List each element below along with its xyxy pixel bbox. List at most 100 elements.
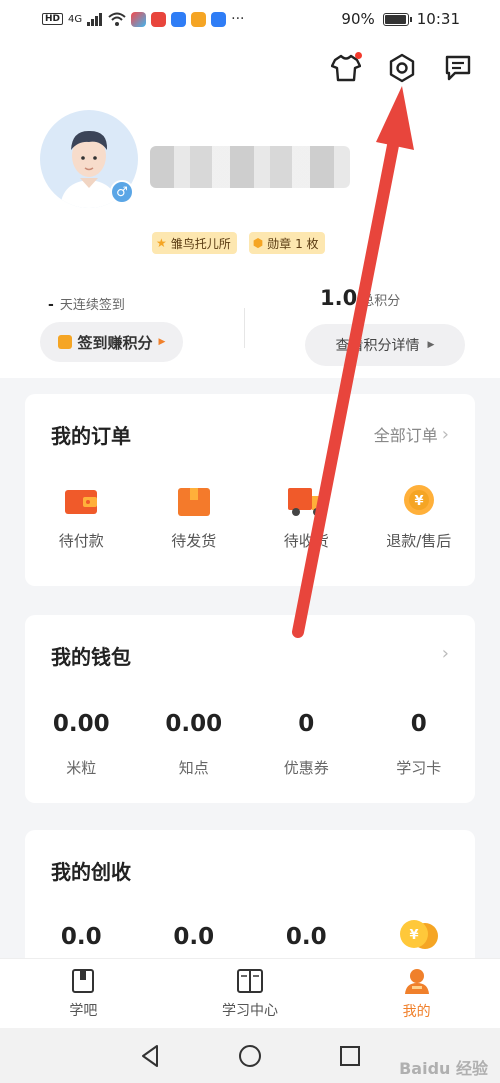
app-icon-4 [191, 11, 207, 27]
wallet-card: 我的钱包 › 0.00 米粒 0.00 知点 0 优惠券 0 学习卡 [25, 615, 475, 803]
points-summary: 1.0 总积分 [320, 286, 400, 310]
badge-level[interactable]: ★ 雏鸟托儿所 [152, 232, 237, 254]
status-bar: HD 4G ··· 90% 10:31 [0, 0, 500, 38]
message-icon[interactable] [442, 52, 474, 84]
order-label: 退款/售后 [386, 532, 452, 550]
status-right: 90% 10:31 [341, 10, 460, 28]
notification-dot [355, 52, 362, 59]
battery-percent: 90% [341, 10, 375, 28]
more-dots: ··· [231, 11, 245, 27]
svg-text:¥: ¥ [409, 928, 418, 943]
wallet-stat-rice[interactable]: 0.00 米粒 [25, 711, 138, 778]
earnings-stat[interactable]: ¥ [363, 920, 476, 952]
tab-learning-center[interactable]: 学习中心 [167, 959, 334, 1028]
app-icon-3 [171, 11, 187, 27]
triangle-right-icon: ▶ [158, 337, 166, 347]
earnings-stats: 0.0 0.0 0.0 ¥ [25, 920, 476, 952]
signal-icon [87, 12, 103, 26]
orders-title: 我的订单 [51, 424, 131, 448]
back-icon[interactable] [139, 1044, 161, 1068]
stat-value: 0 [410, 711, 427, 737]
header-actions [330, 52, 474, 84]
box-icon [177, 488, 210, 516]
tab-study[interactable]: 学吧 [0, 959, 167, 1028]
coin-icon [57, 335, 72, 349]
order-label: 待付款 [58, 532, 104, 550]
triangle-right-icon: ▶ [427, 340, 435, 350]
points-value: 1.0 [320, 286, 358, 310]
tab-label: 我的 [402, 1003, 431, 1020]
badge-label: 勋章 1 枚 [267, 236, 319, 251]
star-icon: ★ [156, 236, 167, 250]
username-blurred [150, 146, 350, 188]
wallet-stats: 0.00 米粒 0.00 知点 0 优惠券 0 学习卡 [25, 711, 475, 778]
checkin-days: - [48, 297, 54, 313]
chevron-right-icon: › [441, 643, 449, 664]
shirt-icon[interactable] [330, 52, 362, 84]
order-label: 待收货 [283, 532, 329, 550]
chevron-right-icon: › [441, 423, 449, 445]
all-orders-link[interactable]: 全部订单 › [374, 422, 449, 446]
status-left: HD 4G ··· [42, 11, 245, 27]
stat-value: 0 [298, 711, 315, 737]
system-nav-bar: Baidu 经验 [0, 1028, 500, 1083]
stat-value: 0.0 [285, 924, 327, 950]
app-icon-1 [131, 11, 147, 27]
open-book-icon [237, 968, 263, 993]
stat-value: 0.00 [52, 711, 110, 737]
points-label: 总积分 [361, 294, 401, 309]
order-pending-shipment[interactable]: 待发货 [138, 484, 251, 551]
stat-label: 学习卡 [396, 759, 442, 777]
badge-medal[interactable]: ⬢ 勋章 1 枚 [248, 232, 325, 254]
stat-label: 知点 [178, 759, 209, 777]
all-orders-label: 全部订单 [373, 426, 438, 445]
divider [244, 308, 245, 348]
orders-card: 我的订单 全部订单 › 待付款 待发货 待收货 ¥ 退款/售后 [25, 394, 475, 586]
truck-icon [288, 488, 325, 516]
checkin-button-label: 签到赚积分 [77, 333, 153, 352]
recents-icon[interactable] [339, 1045, 361, 1067]
tab-me[interactable]: 我的 [333, 959, 500, 1028]
wallet-icon [65, 490, 98, 514]
book-icon [72, 968, 95, 993]
wallet-stat-study-card[interactable]: 0 学习卡 [363, 711, 476, 778]
order-refund[interactable]: ¥ 退款/售后 [363, 484, 476, 551]
earnings-stat[interactable]: 0.0 [138, 924, 251, 952]
order-label: 待发货 [171, 532, 217, 550]
stat-label: 优惠券 [283, 759, 329, 777]
order-status-row: 待付款 待发货 待收货 ¥ 退款/售后 [25, 484, 475, 551]
bottom-tab-bar: 学吧 学习中心 我的 [0, 958, 500, 1028]
checkin-streak: - 天连续签到 [48, 294, 125, 313]
battery-icon [382, 12, 412, 26]
order-pending-payment[interactable]: 待付款 [25, 484, 138, 551]
hd-indicator: HD [42, 13, 64, 25]
home-icon[interactable] [238, 1044, 262, 1068]
wallet-stat-coupons[interactable]: 0 优惠券 [250, 711, 363, 778]
points-detail-label: 查看积分详情 [335, 338, 420, 354]
settings-icon[interactable] [386, 52, 418, 84]
medal-icon: ⬢ [252, 236, 264, 250]
refund-icon: ¥ [403, 485, 434, 515]
app-icon-5 [211, 11, 227, 27]
svg-text:¥: ¥ [414, 494, 423, 509]
checkin-button[interactable]: 签到赚积分 ▶ [40, 322, 183, 362]
watermark: Baidu 经验 [399, 1059, 488, 1078]
gender-badge: ♂ [110, 180, 134, 204]
checkin-label: 天连续签到 [59, 298, 125, 313]
wallet-more-link[interactable]: › [442, 643, 449, 664]
order-pending-receipt[interactable]: 待收货 [250, 484, 363, 551]
earnings-title: 我的创收 [51, 860, 131, 884]
stat-value: 0.00 [165, 711, 223, 737]
wallet-title: 我的钱包 [51, 645, 131, 669]
tab-label: 学习中心 [222, 1002, 278, 1019]
stat-label: 米粒 [66, 759, 97, 777]
tab-label: 学吧 [69, 1002, 98, 1019]
badge-list: ★ 雏鸟托儿所 ⬢ 勋章 1 枚 [152, 232, 325, 254]
earnings-stat[interactable]: 0.0 [250, 924, 363, 952]
earnings-stat[interactable]: 0.0 [25, 924, 138, 952]
points-detail-button[interactable]: 查看积分详情 ▶ [305, 324, 465, 366]
wifi-icon [108, 12, 126, 26]
wallet-stat-points[interactable]: 0.00 知点 [138, 711, 251, 778]
network-type: 4G [68, 13, 83, 25]
app-icon-2 [151, 11, 167, 27]
